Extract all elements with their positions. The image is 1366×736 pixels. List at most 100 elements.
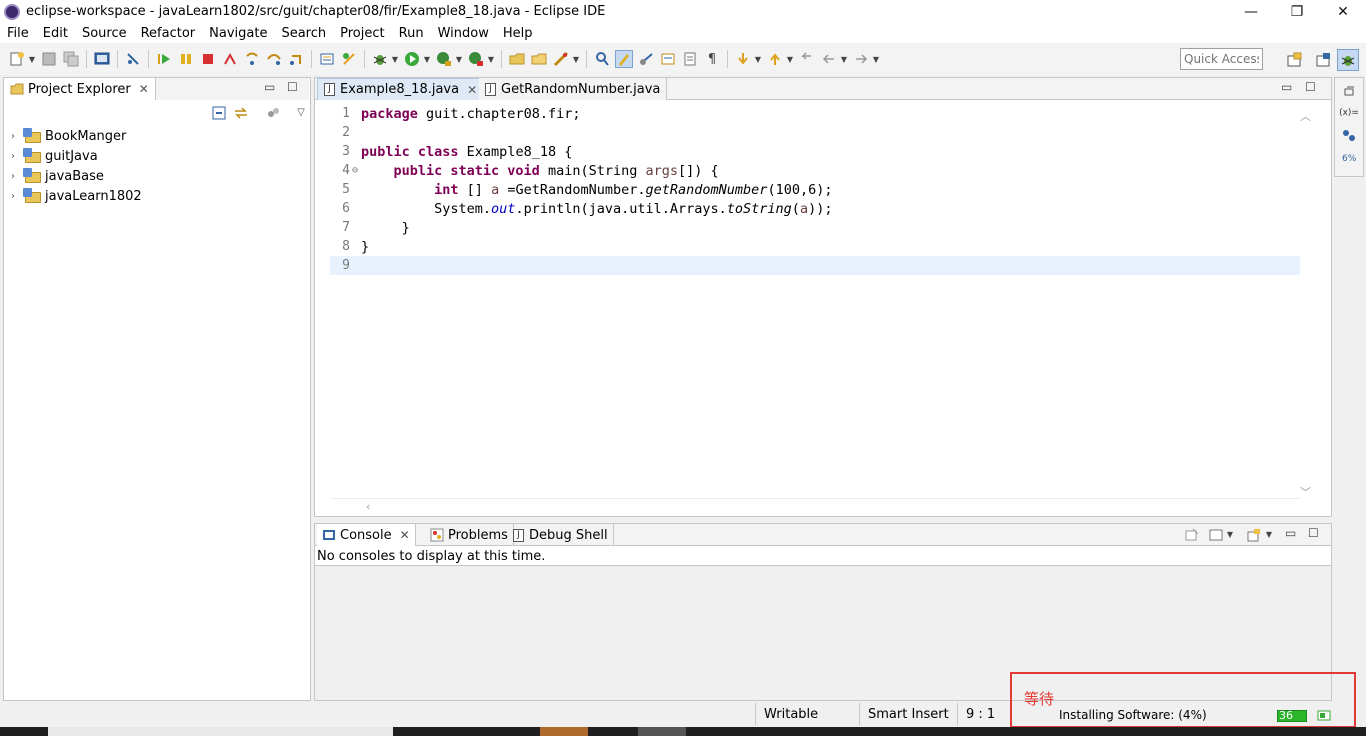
tree-item-javabase[interactable]: › javaBase xyxy=(4,166,309,186)
toggle-mark-occurrences-icon[interactable] xyxy=(593,50,611,68)
minimize-button[interactable]: — xyxy=(1228,0,1274,23)
suspend-icon[interactable] xyxy=(177,50,195,68)
menu-navigate[interactable]: Navigate xyxy=(202,26,274,41)
tab-console[interactable]: Console ✕ xyxy=(317,524,416,546)
tree-item-bookmanger[interactable]: › BookManger xyxy=(4,126,309,146)
resume-icon[interactable] xyxy=(155,50,173,68)
maximize-view-icon[interactable]: ☐ xyxy=(287,80,298,94)
java-perspective-icon[interactable] xyxy=(1312,49,1334,71)
menu-refactor[interactable]: Refactor xyxy=(134,26,203,41)
terminal-icon[interactable] xyxy=(93,50,111,68)
previous-annotation-dropdown-icon[interactable]: ▼ xyxy=(786,55,794,64)
word-wrap-icon[interactable] xyxy=(681,50,699,68)
restore-button[interactable]: ❐ xyxy=(1274,0,1320,23)
code-editor[interactable]: 1 package guit.chapter08.fir; 2 3 public cla… xyxy=(330,102,1300,498)
code-line[interactable]: 7 } xyxy=(330,218,1300,237)
previous-annotation-icon[interactable] xyxy=(766,50,784,68)
chevron-right-icon[interactable]: › xyxy=(11,151,21,162)
run-icon[interactable] xyxy=(403,50,421,68)
scroll-up-icon[interactable]: ︿ xyxy=(1300,108,1311,124)
minimize-editor-icon[interactable]: ▭ xyxy=(1281,80,1292,94)
menu-source[interactable]: Source xyxy=(75,26,134,41)
close-button[interactable]: ✕ xyxy=(1320,0,1366,23)
tree-item-javalearn1802[interactable]: › javaLearn1802 xyxy=(4,186,309,206)
code-line[interactable]: 9 xyxy=(330,256,1300,275)
open-console-icon[interactable] xyxy=(1245,526,1263,544)
quick-access-input[interactable] xyxy=(1180,48,1263,70)
menu-project[interactable]: Project xyxy=(333,26,391,41)
close-icon[interactable]: ✕ xyxy=(467,83,477,97)
collapse-all-icon[interactable] xyxy=(210,104,228,122)
debug-icon[interactable] xyxy=(371,50,389,68)
display-console-dropdown-icon[interactable]: ▼ xyxy=(1226,530,1234,539)
hierarchy-dropdown-icon[interactable]: ▼ xyxy=(572,55,580,64)
breakpoints-icon[interactable] xyxy=(1340,126,1358,144)
maximize-editor-icon[interactable]: ☐ xyxy=(1305,80,1316,94)
forward-icon[interactable] xyxy=(852,50,870,68)
scroll-left-icon[interactable]: ‹ xyxy=(366,500,370,513)
code-line[interactable]: 4 ⊖ public static void main(String args[]… xyxy=(330,161,1300,180)
maximize-console-icon[interactable]: ☐ xyxy=(1308,526,1319,540)
terminate-icon[interactable] xyxy=(199,50,217,68)
step-return-icon[interactable] xyxy=(287,50,305,68)
back-dropdown-icon[interactable]: ▼ xyxy=(840,55,848,64)
save-icon[interactable] xyxy=(40,50,58,68)
disconnect-icon[interactable] xyxy=(221,50,239,68)
chevron-right-icon[interactable]: › xyxy=(11,191,21,202)
menu-search[interactable]: Search xyxy=(274,26,333,41)
menu-help[interactable]: Help xyxy=(496,26,540,41)
expressions-icon[interactable]: 6% xyxy=(1340,148,1358,166)
horizontal-scrollbar[interactable]: ‹ xyxy=(330,498,1300,514)
display-console-icon[interactable] xyxy=(1207,526,1225,544)
coverage-dropdown-icon[interactable]: ▼ xyxy=(455,55,463,64)
next-annotation-dropdown-icon[interactable]: ▼ xyxy=(754,55,762,64)
open-folder-icon[interactable] xyxy=(530,50,548,68)
external-tools-dropdown-icon[interactable]: ▼ xyxy=(487,55,495,64)
code-line[interactable]: 2 xyxy=(330,123,1300,142)
open-console-dropdown-icon[interactable]: ▼ xyxy=(1265,530,1273,539)
link-with-editor-icon[interactable] xyxy=(232,104,250,122)
close-icon[interactable]: ✕ xyxy=(139,82,149,96)
external-tools-icon[interactable] xyxy=(467,50,485,68)
menu-edit[interactable]: Edit xyxy=(36,26,75,41)
chevron-right-icon[interactable]: › xyxy=(11,171,21,182)
variables-icon[interactable]: (x)= xyxy=(1339,104,1359,122)
code-line[interactable]: 5 int [] a =GetRandomNumber.getRandomNum… xyxy=(330,180,1300,199)
step-over-icon[interactable] xyxy=(265,50,283,68)
debug-dropdown-icon[interactable]: ▼ xyxy=(391,55,399,64)
tab-project-explorer[interactable]: Project Explorer ✕ xyxy=(4,78,156,100)
back-icon[interactable] xyxy=(820,50,838,68)
coverage-icon[interactable] xyxy=(435,50,453,68)
save-all-icon[interactable] xyxy=(62,50,80,68)
tab-problems[interactable]: Problems xyxy=(425,524,514,546)
minimize-console-icon[interactable]: ▭ xyxy=(1285,526,1296,540)
next-annotation-icon[interactable] xyxy=(734,50,752,68)
debug-perspective-icon[interactable] xyxy=(1337,49,1359,71)
tab-example8-18[interactable]: J Example8_18.java ✕ xyxy=(317,78,485,100)
pilcrow-icon[interactable]: ¶ xyxy=(703,50,721,68)
tab-debug-shell[interactable]: J Debug Shell xyxy=(508,524,614,546)
tab-getrandomnumber[interactable]: J GetRandomNumber.java xyxy=(479,78,668,100)
code-line[interactable]: 1 package guit.chapter08.fir; xyxy=(330,104,1300,123)
open-task-icon[interactable] xyxy=(318,50,336,68)
forward-dropdown-icon[interactable]: ▼ xyxy=(872,55,880,64)
open-type-hierarchy-icon[interactable] xyxy=(552,50,570,68)
scroll-down-icon[interactable]: ﹀ xyxy=(1300,484,1311,500)
new-icon[interactable] xyxy=(8,50,26,68)
block-selection-icon[interactable] xyxy=(637,50,655,68)
menu-window[interactable]: Window xyxy=(431,26,496,41)
view-menu-icon[interactable]: ▽ xyxy=(292,103,310,121)
code-line[interactable]: 3 public class Example8_18 { xyxy=(330,142,1300,161)
filters-icon[interactable] xyxy=(264,104,282,122)
menu-run[interactable]: Run xyxy=(392,26,431,41)
run-dropdown-icon[interactable]: ▼ xyxy=(423,55,431,64)
new-dropdown-icon[interactable]: ▼ xyxy=(28,55,36,64)
menu-file[interactable]: File xyxy=(0,26,36,41)
step-into-icon[interactable] xyxy=(243,50,261,68)
skip-breakpoints-icon[interactable] xyxy=(124,50,142,68)
minimize-view-icon[interactable]: ▭ xyxy=(264,80,275,94)
close-icon[interactable]: ✕ xyxy=(400,528,410,542)
restore-view-icon[interactable] xyxy=(1340,82,1358,100)
chevron-right-icon[interactable]: › xyxy=(11,131,21,142)
tree-item-guitjava[interactable]: › guitJava xyxy=(4,146,309,166)
